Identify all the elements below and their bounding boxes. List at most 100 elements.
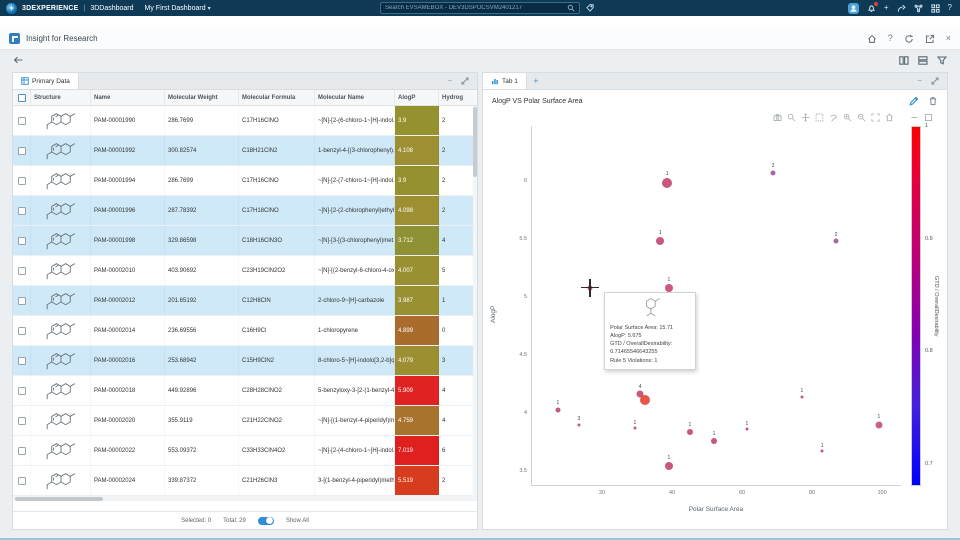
- table-row[interactable]: PAM-00002012 201.65192 C12H8ClN 2-chloro-9~…: [13, 286, 477, 316]
- collapse-panel-icon[interactable]: −: [917, 77, 922, 85]
- box-select-icon[interactable]: [815, 113, 824, 122]
- scatter-point[interactable]: [662, 178, 673, 189]
- dashboard-selector[interactable]: My First Dashboard ▾: [145, 5, 211, 12]
- horizontal-scrollbar-thumb[interactable]: [15, 496, 103, 501]
- modebar-collapse-icon[interactable]: [910, 113, 919, 122]
- table-row[interactable]: PAM-00001996 287.78392 C17H18ClNO ~[N]-[2-(…: [13, 196, 477, 226]
- edit-chart-icon[interactable]: [909, 96, 919, 106]
- add-icon[interactable]: +: [884, 4, 889, 12]
- column-header[interactable]: Structure: [31, 90, 91, 105]
- scatter-point[interactable]: [833, 238, 839, 244]
- row-checkbox[interactable]: [17, 146, 26, 155]
- row-checkbox[interactable]: [17, 296, 26, 305]
- checkbox-cell: [13, 286, 31, 315]
- table-row[interactable]: PAM-00002024 339.87372 C21H26ClN3 3-[(1-ben…: [13, 466, 477, 496]
- row-checkbox[interactable]: [17, 206, 26, 215]
- open-in-new-icon[interactable]: [925, 34, 935, 44]
- select-all-checkbox[interactable]: [17, 93, 26, 102]
- row-checkbox[interactable]: [17, 236, 26, 245]
- scatter-point[interactable]: [664, 462, 673, 471]
- user-avatar[interactable]: [847, 2, 859, 14]
- layout-grid-icon[interactable]: [918, 55, 928, 65]
- scatter-point[interactable]: [686, 428, 693, 435]
- row-checkbox[interactable]: [17, 386, 26, 395]
- scatter-point[interactable]: [745, 427, 749, 431]
- scatter-point[interactable]: [800, 395, 804, 399]
- table-row[interactable]: PAM-00002016 253.68942 C15H9ClN2 8-chloro-5…: [13, 346, 477, 376]
- tag-icon[interactable]: [586, 4, 594, 12]
- communities-icon[interactable]: [914, 4, 923, 13]
- row-checkbox[interactable]: [17, 116, 26, 125]
- modebar-expand-icon[interactable]: [924, 113, 933, 122]
- plot-area[interactable]: 20 40 60 80 100 3.5 4 4.5 5 5.5 6 1 2 1 2 1 4 1 3 1 1 1 1 1 1 1 1 P…: [519, 126, 901, 496]
- table-row[interactable]: PAM-00001992 300.82574 C18H21ClN2 1-benzyl-…: [13, 136, 477, 166]
- column-header[interactable]: AlogP: [395, 90, 439, 105]
- autoscale-icon[interactable]: [871, 113, 880, 122]
- table-row[interactable]: PAM-00002018 449.92896 C28H28ClNO2 5-benzyl…: [13, 376, 477, 406]
- search-input[interactable]: [385, 5, 564, 11]
- expand-panel-icon[interactable]: [931, 77, 939, 85]
- add-tab-button[interactable]: +: [527, 73, 545, 89]
- expand-panel-icon[interactable]: [461, 77, 469, 85]
- tab-1[interactable]: Tab 1: [483, 73, 527, 89]
- column-header[interactable]: Molecular Formula: [239, 90, 315, 105]
- scatter-point[interactable]: [656, 237, 665, 246]
- vertical-scrollbar-thumb[interactable]: [473, 107, 477, 177]
- vertical-scrollbar[interactable]: [473, 106, 477, 496]
- scatter-point[interactable]: [770, 170, 776, 176]
- column-header[interactable]: Hydrog: [439, 90, 479, 105]
- close-app-icon[interactable]: ×: [946, 34, 951, 43]
- reset-axes-icon[interactable]: [885, 113, 894, 122]
- column-header[interactable]: Molecular Weight: [165, 90, 239, 105]
- search-icon[interactable]: [567, 4, 575, 12]
- layout-columns-icon[interactable]: [899, 55, 909, 65]
- app-help-icon[interactable]: ?: [888, 34, 893, 43]
- scatter-point[interactable]: [875, 421, 883, 429]
- table-row[interactable]: PAM-00002010 403.90692 C23H19ClN2O2 ~[N]-[(…: [13, 256, 477, 286]
- scatter-point[interactable]: [633, 426, 637, 430]
- delete-chart-icon[interactable]: [928, 96, 938, 106]
- show-all-toggle[interactable]: [257, 516, 274, 525]
- tab-primary-data[interactable]: Primary Data: [13, 73, 79, 89]
- scatter-point[interactable]: [711, 437, 718, 444]
- row-checkbox[interactable]: [17, 266, 26, 275]
- compass-icon[interactable]: [6, 2, 17, 14]
- molecular-name-cell: ~[N]-[2-(7-chloro-1~[H]-indol...: [315, 166, 395, 195]
- scatter-point[interactable]: [555, 407, 561, 413]
- notification-bell-icon[interactable]: [867, 1, 878, 13]
- camera-icon[interactable]: [773, 113, 782, 122]
- collapse-panel-icon[interactable]: −: [447, 77, 452, 85]
- zoom-in-icon[interactable]: [843, 113, 852, 122]
- lasso-icon[interactable]: [829, 113, 838, 122]
- scatter-point[interactable]: [577, 423, 581, 427]
- table-row[interactable]: PAM-00001990 286.7699 C17H16ClNO ~[N]-[2-(6…: [13, 106, 477, 136]
- share-icon[interactable]: [897, 4, 906, 13]
- row-checkbox[interactable]: [17, 356, 26, 365]
- back-button[interactable]: [13, 56, 24, 65]
- apps-grid-icon[interactable]: [930, 3, 940, 13]
- column-header[interactable]: Molecular Name: [315, 90, 395, 105]
- row-checkbox[interactable]: [17, 476, 26, 485]
- zoom-icon[interactable]: [787, 113, 796, 122]
- help-icon[interactable]: ?: [948, 4, 952, 12]
- row-checkbox[interactable]: [17, 416, 26, 425]
- table-row[interactable]: PAM-00002022 553.09372 C33H33ClN4O2 ~[N]-[2…: [13, 436, 477, 466]
- table-row[interactable]: PAM-00002014 236.69556 C16H9Cl 1-chloropyre…: [13, 316, 477, 346]
- table-row[interactable]: PAM-00001998 329.86598 C18H16ClN3O ~[N]-[3-…: [13, 226, 477, 256]
- scatter-point[interactable]: [664, 283, 673, 292]
- table-row[interactable]: PAM-00001994 286.7699 C17H16ClNO ~[N]-[2-(7…: [13, 166, 477, 196]
- row-checkbox[interactable]: [17, 326, 26, 335]
- home-icon[interactable]: [867, 34, 877, 44]
- column-header[interactable]: Name: [91, 90, 165, 105]
- filter-icon[interactable]: [937, 55, 947, 65]
- horizontal-scrollbar[interactable]: [13, 496, 477, 501]
- scatter-point[interactable]: [640, 395, 651, 406]
- alogp-cell: 3.9: [395, 166, 439, 195]
- zoom-out-icon[interactable]: [857, 113, 866, 122]
- refresh-icon[interactable]: [904, 34, 914, 44]
- table-row[interactable]: PAM-00002020 355.9119 C21H22ClNO2 ~[N]-[(1-…: [13, 406, 477, 436]
- row-checkbox[interactable]: [17, 446, 26, 455]
- row-checkbox[interactable]: [17, 176, 26, 185]
- pan-icon[interactable]: [801, 113, 810, 122]
- scatter-point[interactable]: [820, 449, 824, 453]
